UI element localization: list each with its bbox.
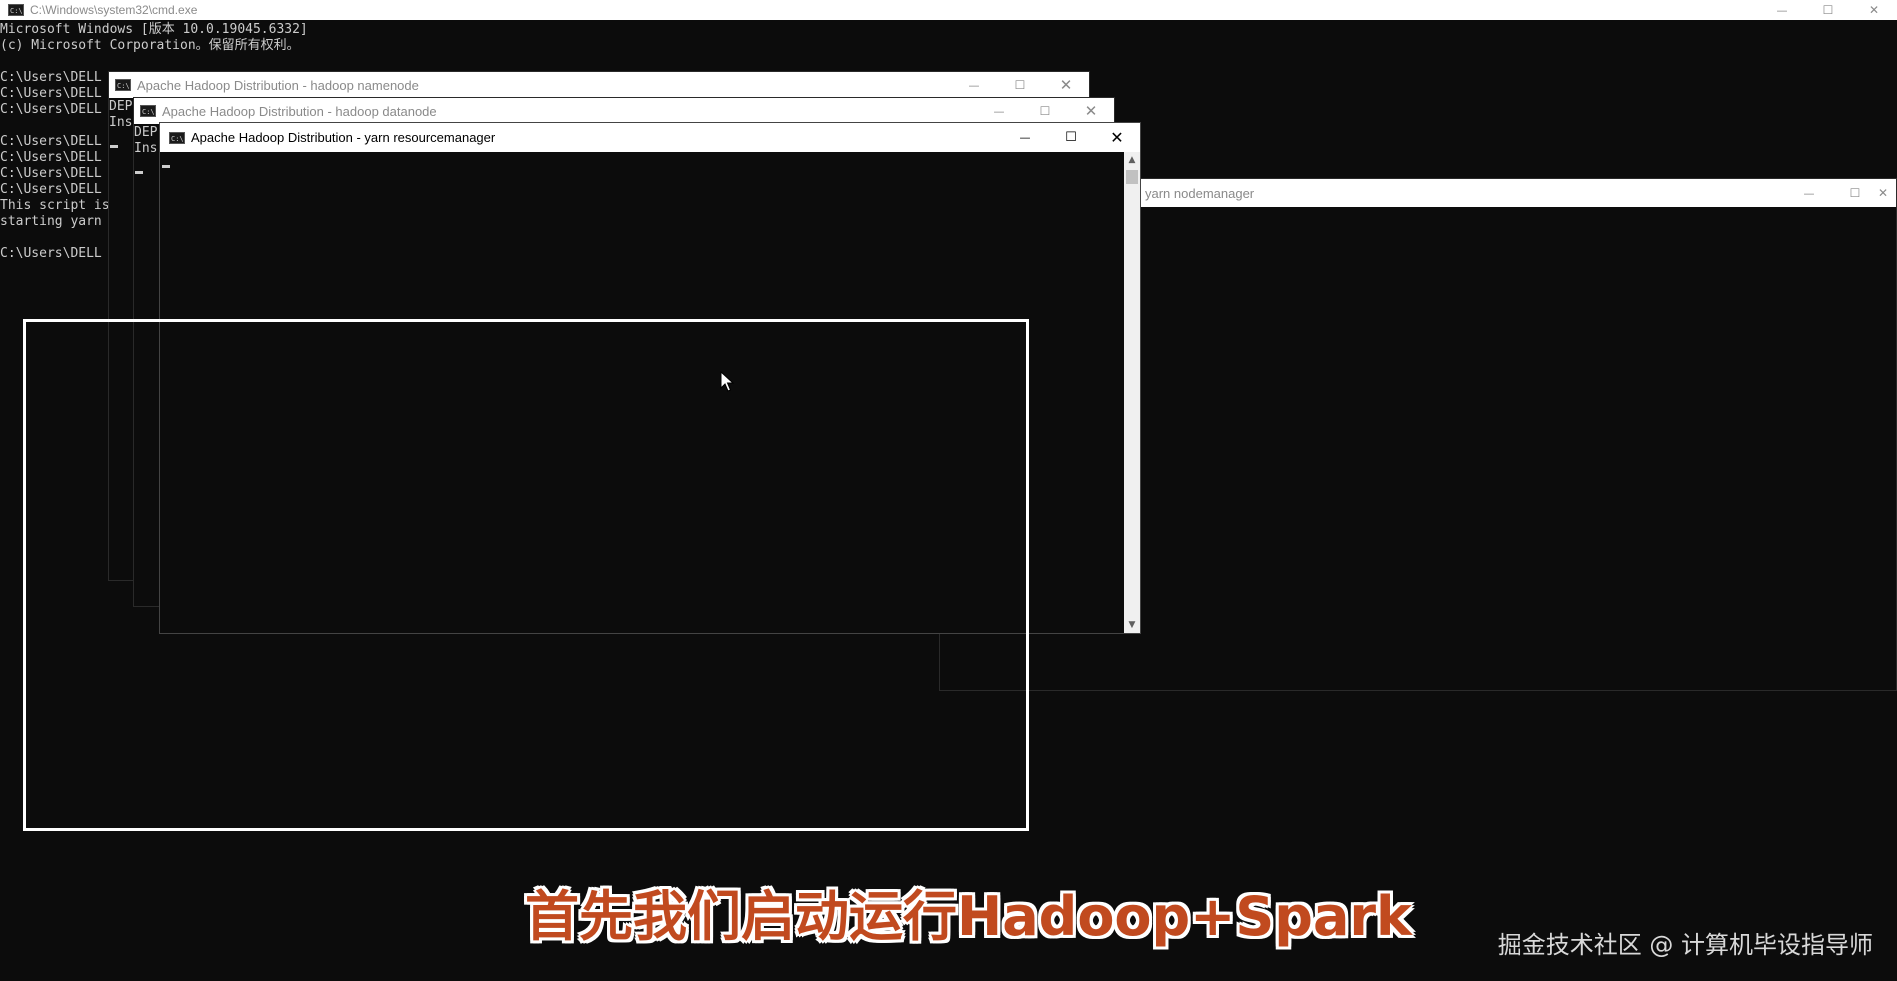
capture-selection-rectangle[interactable] — [23, 319, 1029, 831]
scrollbar-thumb[interactable] — [1126, 170, 1138, 184]
cmd-window-controls: — ☐ ✕ — [1759, 0, 1897, 20]
text-cursor — [110, 145, 118, 148]
datanode-titlebar[interactable]: C:\ Apache Hadoop Distribution - hadoop … — [134, 98, 1114, 124]
minimize-button[interactable]: — — [951, 72, 997, 98]
cmd-icon: C:\ — [115, 79, 131, 91]
text-cursor — [162, 165, 170, 168]
maximize-button[interactable]: ☐ — [1832, 179, 1878, 207]
cmd-titlebar[interactable]: C:\ C:\Windows\system32\cmd.exe — ☐ ✕ — [0, 0, 1897, 20]
resourcemanager-title: Apache Hadoop Distribution - yarn resour… — [191, 130, 496, 145]
cmd-icon: C:\ — [8, 4, 24, 16]
maximize-button[interactable]: ☐ — [1022, 98, 1068, 124]
datanode-title: Apache Hadoop Distribution - hadoop data… — [162, 103, 437, 119]
minimize-button[interactable]: — — [976, 98, 1022, 124]
console-line: Microsoft Windows [版本 10.0.19045.6332] — [0, 22, 308, 37]
cmd-icon: C:\ — [169, 131, 185, 144]
cmd-title: C:\Windows\system32\cmd.exe — [30, 3, 198, 17]
maximize-button[interactable]: ☐ — [1048, 123, 1094, 152]
scroll-up-arrow-icon[interactable]: ▲ — [1124, 152, 1140, 168]
subtitle-text: 首先我们启动运行Hadoop+Spark — [525, 885, 1412, 948]
minimize-button[interactable]: — — [1002, 123, 1048, 152]
maximize-button[interactable]: ☐ — [1805, 0, 1851, 20]
cmd-icon: C:\ — [140, 105, 156, 117]
namenode-window-controls: — ☐ ✕ — [951, 72, 1089, 98]
vertical-scrollbar[interactable]: ▲ ▼ — [1124, 152, 1140, 633]
nodemanager-window-controls: — ☐ ✕ — [1786, 179, 1896, 207]
resourcemanager-titlebar[interactable]: C:\ Apache Hadoop Distribution - yarn re… — [160, 123, 1140, 152]
text-cursor — [135, 171, 143, 174]
console-line: (c) Microsoft Corporation。保留所有权利。 — [0, 38, 300, 53]
namenode-title: Apache Hadoop Distribution - hadoop name… — [137, 77, 419, 93]
minimize-button[interactable]: — — [1786, 179, 1832, 207]
datanode-window-controls: — ☐ ✕ — [976, 98, 1114, 124]
close-button[interactable]: ✕ — [1851, 0, 1897, 20]
close-button[interactable]: ✕ — [1068, 98, 1114, 124]
watermark: 掘金技术社区 @ 计算机毕设指导师 — [1497, 931, 1873, 959]
resourcemanager-window-controls: — ☐ ✕ — [1002, 123, 1140, 152]
scroll-down-arrow-icon[interactable]: ▼ — [1124, 617, 1140, 633]
close-button[interactable]: ✕ — [1043, 72, 1089, 98]
mouse-pointer-icon — [720, 371, 734, 392]
minimize-button[interactable]: — — [1759, 0, 1805, 20]
namenode-titlebar[interactable]: C:\ Apache Hadoop Distribution - hadoop … — [109, 72, 1089, 98]
maximize-button[interactable]: ☐ — [997, 72, 1043, 98]
close-button[interactable]: ✕ — [1878, 179, 1896, 207]
close-button[interactable]: ✕ — [1094, 123, 1140, 152]
